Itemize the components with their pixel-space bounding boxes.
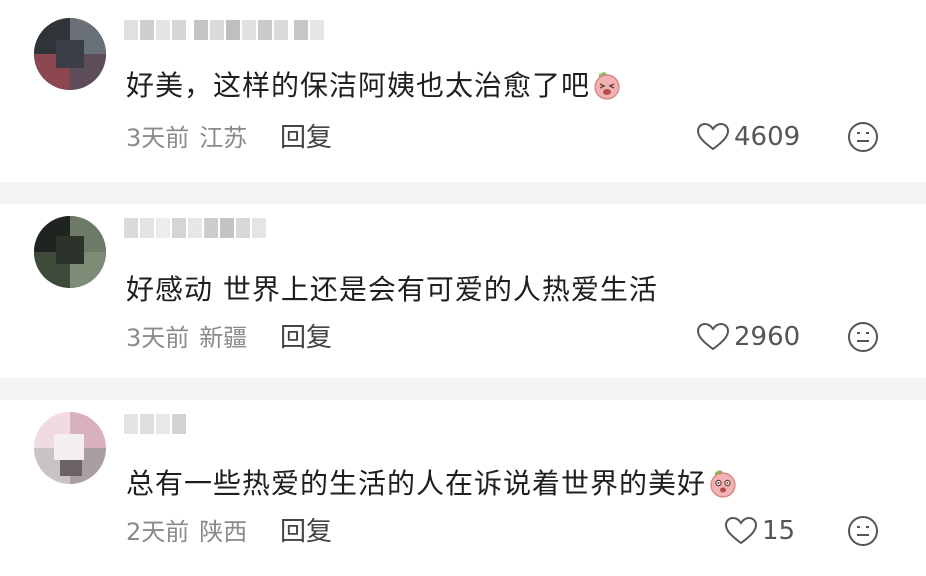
comment-time: 2天前 [126,518,190,546]
like-button[interactable]: 15 [724,514,795,548]
comment-item: 好感动 世界上还是会有可爱的人热爱生活 3天前 新疆 回复 2960 [0,204,926,378]
like-button[interactable]: 2960 [696,320,800,354]
peach-cry-emoji-icon [710,470,736,498]
smiley-face-icon[interactable] [846,514,880,548]
username-blurred[interactable] [124,414,344,434]
username-blurred[interactable] [124,20,344,40]
comment-time: 3天前 [126,124,190,152]
smiley-face-icon[interactable] [846,320,880,354]
like-count: 4609 [734,122,801,152]
heart-outline-icon [696,322,730,351]
comment-text: 总有一些热爱的生活的人在诉说着世界的美好 [126,466,738,502]
comment-meta: 3天前 江苏 [126,122,247,154]
heart-outline-icon [696,122,730,151]
reply-button[interactable]: 回复 [280,516,332,548]
heart-outline-icon [724,516,758,545]
smiley-face-icon[interactable] [846,120,880,154]
like-button[interactable]: 4609 [696,120,800,154]
comment-item: 总有一些热爱的生活的人在诉说着世界的美好 2天前 陕西 回复 15 [0,400,926,576]
comment-location: 陕西 [199,518,248,546]
like-count: 15 [762,516,796,546]
comment-meta: 3天前 新疆 [126,322,247,354]
like-count: 2960 [734,322,801,352]
avatar[interactable] [34,18,106,90]
comment-text-content: 好美，这样的保洁阿姨也太治愈了吧 [126,69,591,102]
comment-location: 新疆 [199,324,248,352]
comment-location: 江苏 [199,124,248,152]
comment-text: 好感动 世界上还是会有可爱的人热爱生活 [126,273,658,306]
comment-meta: 2天前 陕西 [126,516,247,548]
comment-item: 好美，这样的保洁阿姨也太治愈了吧 3天前 江苏 回复 4609 [0,0,926,182]
reply-button[interactable]: 回复 [280,122,332,154]
comment-feed: 好美，这样的保洁阿姨也太治愈了吧 3天前 江苏 回复 4609 好感动 世界上还… [0,0,926,576]
peach-laugh-emoji-icon [594,72,620,100]
avatar[interactable] [34,216,106,288]
username-blurred[interactable] [124,218,344,238]
comment-time: 3天前 [126,324,190,352]
comment-text-content: 总有一些热爱的生活的人在诉说着世界的美好 [126,467,707,500]
reply-button[interactable]: 回复 [280,322,332,354]
avatar[interactable] [34,412,106,484]
comment-text: 好美，这样的保洁阿姨也太治愈了吧 [126,68,622,104]
